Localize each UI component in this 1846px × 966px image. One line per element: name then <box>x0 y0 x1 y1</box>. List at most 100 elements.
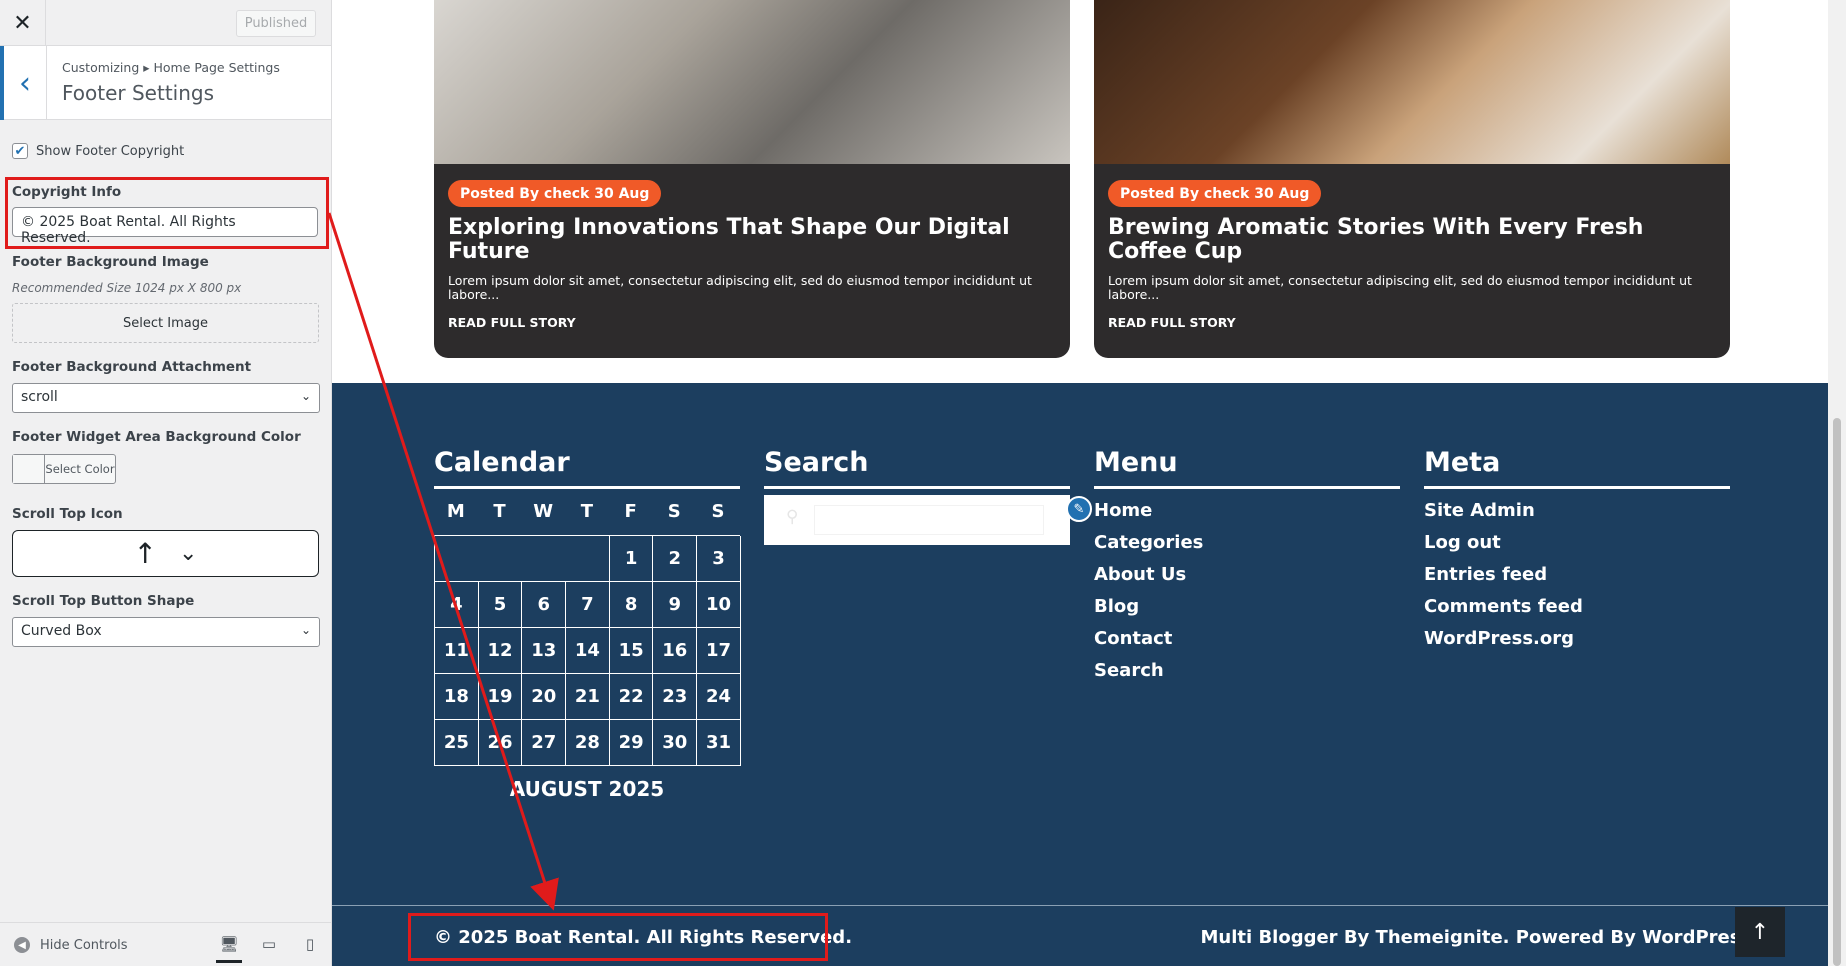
edit-shortcut-pencil-icon[interactable]: ✎ <box>1066 496 1092 522</box>
weekday: T <box>580 501 594 522</box>
menu-link-home[interactable]: Home <box>1094 495 1203 527</box>
bg-image-label: Footer Background Image <box>12 254 209 270</box>
post-meta-badge: Posted By check 30 Aug <box>448 180 662 207</box>
desktop-preview-icon[interactable]: 🖥 <box>216 931 242 963</box>
post-excerpt: Lorem ipsum dolor sit amet, consectetur … <box>448 273 1032 302</box>
menu-widget-title: Menu <box>1094 447 1400 489</box>
select-image-button[interactable]: Select Image <box>12 303 319 343</box>
select-color-label: Select Color <box>45 462 115 476</box>
calendar-day: 24 <box>697 674 741 720</box>
meta-link-wordpress-org[interactable]: WordPress.org <box>1424 623 1583 655</box>
post-image[interactable] <box>1094 0 1730 164</box>
bg-attachment-value: scroll <box>21 389 58 405</box>
bg-attachment-label: Footer Background Attachment <box>12 359 252 375</box>
back-button[interactable]: ‹ <box>0 46 47 120</box>
scroll-to-top-button[interactable]: ↑ <box>1735 907 1785 957</box>
calendar-day: 25 <box>435 720 479 766</box>
calendar-day: 29 <box>609 720 654 766</box>
post-title[interactable]: Exploring Innovations That Shape Our Dig… <box>448 216 1048 264</box>
weekday: T <box>493 501 506 522</box>
calendar-day: 6 <box>522 582 567 628</box>
calendar-day: 2 <box>653 536 698 582</box>
calendar-day: 20 <box>522 674 567 720</box>
read-more-link[interactable]: READ FULL STORY <box>1108 315 1236 330</box>
weekday: S <box>711 501 725 522</box>
menu-link-blog[interactable]: Blog <box>1094 591 1203 623</box>
calendar-day: 14 <box>566 628 610 674</box>
calendar-day: 13 <box>522 628 567 674</box>
calendar-day: 12 <box>478 628 523 674</box>
calendar-day: 17 <box>697 628 741 674</box>
footer-credits[interactable]: Multi Blogger By Themeignite. Powered By… <box>1201 927 1759 948</box>
weekday: W <box>533 501 554 522</box>
meta-link-entries-feed[interactable]: Entries feed <box>1424 559 1583 591</box>
close-customizer-button[interactable]: ✕ <box>0 0 46 46</box>
meta-link-site-admin[interactable]: Site Admin <box>1424 495 1583 527</box>
calendar-day: 31 <box>697 720 741 766</box>
show-copyright-checkbox[interactable]: ✔ <box>12 143 28 159</box>
weekday: M <box>446 501 465 522</box>
post-meta-badge: Posted By check 30 Aug <box>1108 180 1322 207</box>
arrow-up-icon[interactable]: ↑ <box>134 537 157 570</box>
sidebar-header: ✕ Published <box>0 0 331 46</box>
highlight-box-footer-copyright <box>408 913 828 961</box>
collapse-icon: ◀ <box>14 937 30 953</box>
post-card[interactable]: Posted By check 30 Aug Brewing Aromatic … <box>1094 0 1730 358</box>
calendar-day: 10 <box>697 582 741 628</box>
calendar-day: 23 <box>653 674 698 720</box>
calendar-day: 15 <box>609 628 654 674</box>
calendar-day: 19 <box>478 674 523 720</box>
scroll-top-icon-picker[interactable]: ↑ ⌄ <box>12 530 319 577</box>
calendar-day: 22 <box>609 674 654 720</box>
tablet-preview-icon[interactable]: ▭ <box>256 935 282 953</box>
calendar-empty-cell <box>566 536 610 582</box>
show-copyright-toggle[interactable]: ✔ Show Footer Copyright <box>12 143 184 159</box>
calendar-day: 5 <box>478 582 523 628</box>
bg-attachment-select[interactable]: scroll ⌄ <box>12 383 320 413</box>
chevron-left-icon: ‹ <box>19 65 31 101</box>
search-input[interactable] <box>814 505 1044 535</box>
meta-link-log-out[interactable]: Log out <box>1424 527 1583 559</box>
calendar-day: 3 <box>697 536 741 582</box>
read-more-link[interactable]: READ FULL STORY <box>448 315 576 330</box>
preview-scrollbar[interactable] <box>1828 0 1846 966</box>
weekday: F <box>624 501 637 522</box>
post-image[interactable] <box>434 0 1070 164</box>
calendar-empty-cell <box>478 536 523 582</box>
calendar-table: M T W T F S S 1 2 3 4 5 6 7 8 9 10 11 12 13 14 15 16 17 1… <box>434 501 741 766</box>
checkmark-icon: ✔ <box>14 143 26 159</box>
post-title[interactable]: Brewing Aromatic Stories With Every Fres… <box>1108 216 1708 264</box>
calendar-day: 30 <box>653 720 698 766</box>
post-card[interactable]: Posted By check 30 Aug Exploring Innovat… <box>434 0 1070 358</box>
menu-link-categories[interactable]: Categories <box>1094 527 1203 559</box>
calendar-day: 8 <box>609 582 654 628</box>
scrollbar-thumb[interactable] <box>1833 418 1841 966</box>
menu-link-about-us[interactable]: About Us <box>1094 559 1203 591</box>
breadcrumb: Customizing ▸ Home Page Settings <box>62 60 280 75</box>
arrow-up-icon: ↑ <box>1750 919 1770 945</box>
published-button[interactable]: Published <box>236 10 316 37</box>
search-icon: ⚲ <box>786 507 799 527</box>
meta-link-comments-feed[interactable]: Comments feed <box>1424 591 1583 623</box>
chevron-down-icon: ⌄ <box>300 389 311 403</box>
section-header: ‹ Customizing ▸ Home Page Settings Foote… <box>0 46 331 120</box>
calendar-day: 18 <box>435 674 479 720</box>
search-widget-title: Search <box>764 447 1070 489</box>
calendar-day: 26 <box>478 720 523 766</box>
menu-link-search[interactable]: Search <box>1094 655 1203 687</box>
search-form: ⚲ <box>764 495 1070 545</box>
calendar-grid: 1 2 3 4 5 6 7 8 9 10 11 12 13 14 15 16 17 18 19 20 21 22 23 24 2… <box>434 535 741 766</box>
menu-link-contact[interactable]: Contact <box>1094 623 1203 655</box>
select-color-button[interactable]: Select Color <box>12 454 116 484</box>
chevron-down-icon[interactable]: ⌄ <box>179 541 197 566</box>
footer-divider <box>332 905 1846 906</box>
chevron-down-icon: ⌄ <box>300 623 311 637</box>
mobile-preview-icon[interactable]: ▯ <box>297 935 323 953</box>
widget-bg-color-label: Footer Widget Area Background Color <box>12 429 301 445</box>
footer-menu: Home Categories About Us Blog Contact Se… <box>1094 495 1203 687</box>
scroll-top-shape-select[interactable]: Curved Box ⌄ <box>12 617 320 647</box>
hide-controls-button[interactable]: ◀ Hide Controls <box>14 937 128 953</box>
calendar-day: 1 <box>609 536 654 582</box>
calendar-day: 7 <box>566 582 610 628</box>
weekday: S <box>667 501 681 522</box>
